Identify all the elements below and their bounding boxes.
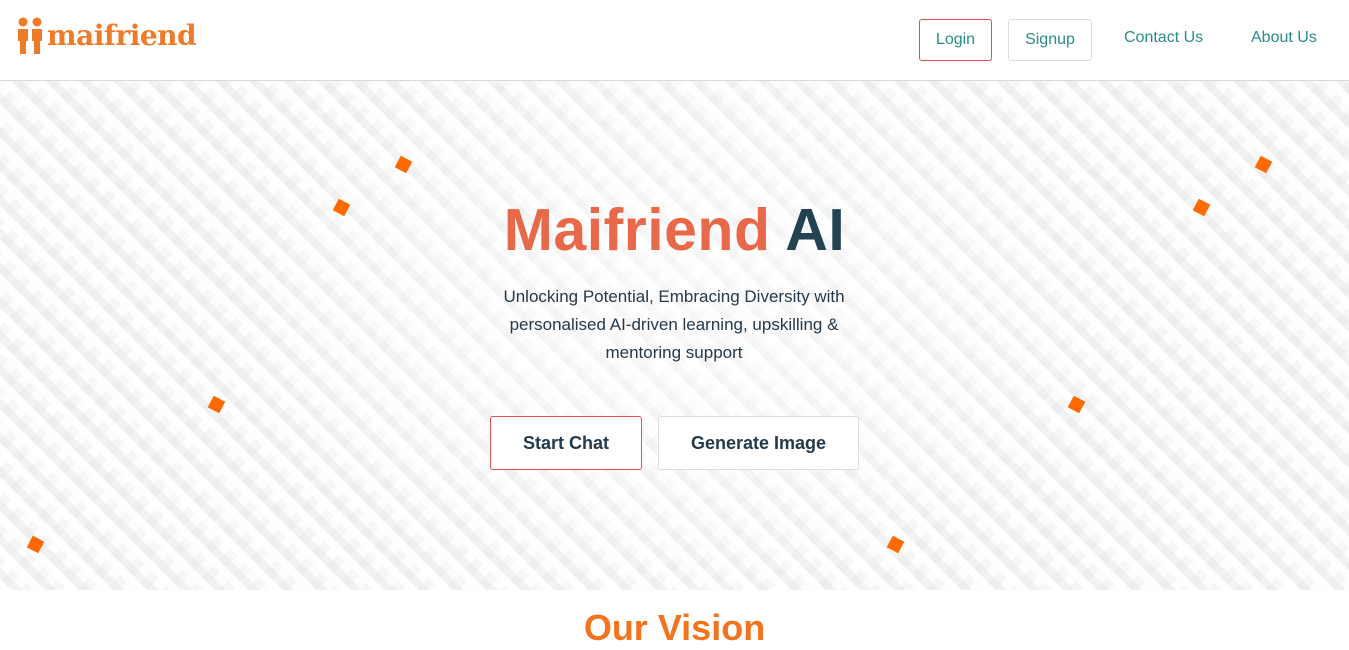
hero-subtitle: Unlocking Potential, Embracing Diversity… bbox=[503, 287, 845, 362]
brand-logo[interactable]: maifriend bbox=[16, 14, 197, 58]
start-chat-button[interactable]: Start Chat bbox=[490, 416, 642, 470]
login-button[interactable]: Login bbox=[919, 19, 992, 61]
generate-image-button[interactable]: Generate Image bbox=[658, 416, 859, 470]
hero-title-brand: Maifriend bbox=[503, 197, 771, 263]
about-us-link[interactable]: About Us bbox=[1251, 28, 1317, 48]
hero-title: Maifriend AI bbox=[0, 194, 1349, 266]
top-navbar: maifriend Login Signup Contact Us About … bbox=[0, 0, 1349, 81]
hero-title-ai: AI bbox=[785, 197, 846, 263]
brand-name: maifriend bbox=[47, 19, 197, 52]
contact-us-link[interactable]: Contact Us bbox=[1124, 28, 1203, 48]
vision-heading: Our Vision bbox=[583, 607, 766, 648]
hero-section: Maifriend AI Unlocking Potential, Embrac… bbox=[0, 81, 1349, 590]
two-people-icon bbox=[18, 17, 42, 54]
signup-button[interactable]: Signup bbox=[1008, 19, 1092, 61]
